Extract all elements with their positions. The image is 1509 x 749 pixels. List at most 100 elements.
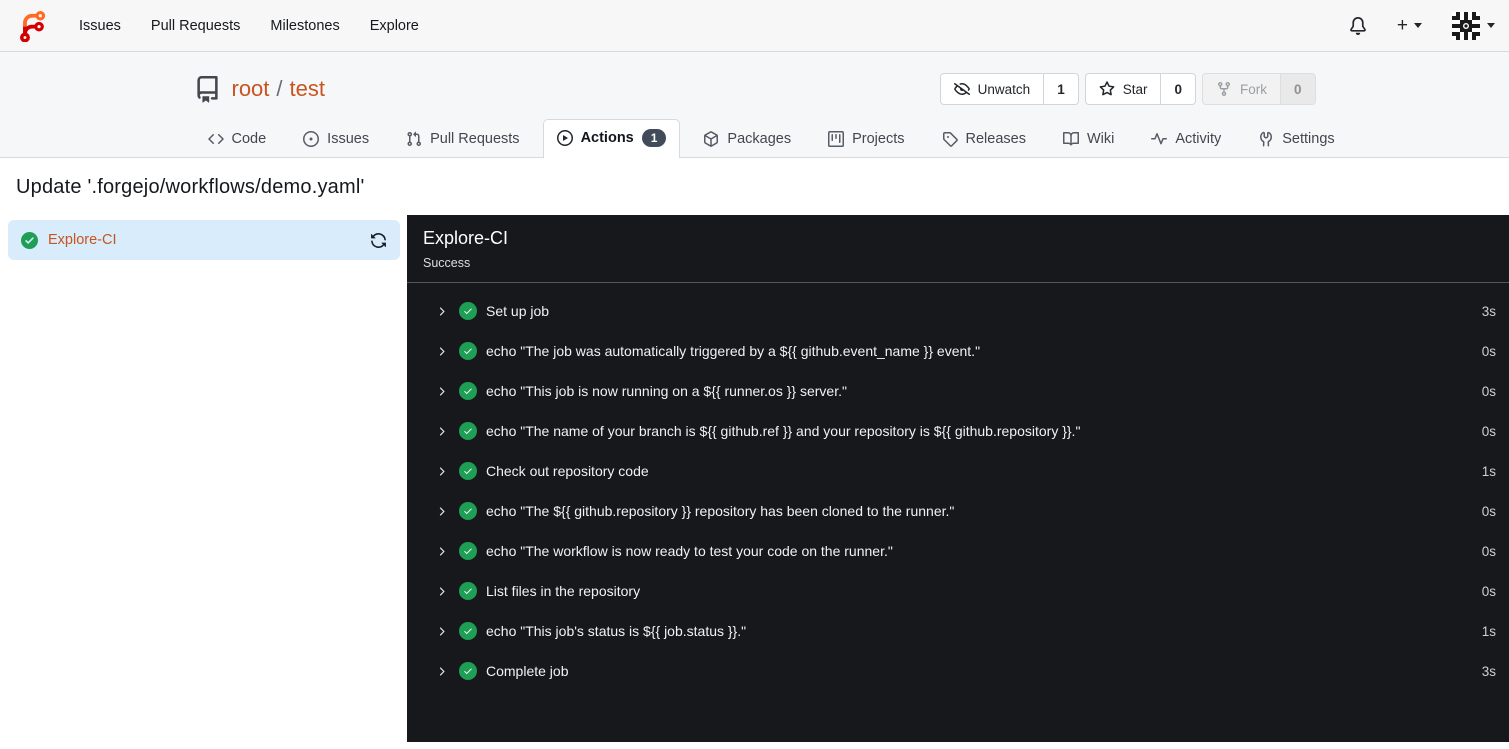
chevron-right-icon[interactable]: [435, 425, 448, 438]
step-success-icon: [459, 542, 477, 561]
fork-button: Fork: [1203, 74, 1280, 104]
tab-label: Releases: [965, 131, 1026, 148]
notifications-bell-icon[interactable]: [1349, 16, 1367, 35]
nav-milestones[interactable]: Milestones: [255, 0, 354, 52]
chevron-right-icon[interactable]: [435, 385, 448, 398]
repo-header: root / test Unwatch 1 Star 0 Fork 0 Code…: [0, 52, 1509, 159]
repo-owner-link[interactable]: root: [232, 76, 270, 102]
refresh-icon[interactable]: [370, 232, 387, 249]
jobs-sidebar: Explore-CI: [0, 215, 407, 742]
tab-settings[interactable]: Settings: [1244, 121, 1348, 157]
nav-pull-requests[interactable]: Pull Requests: [136, 0, 255, 52]
code-icon: [207, 134, 224, 145]
actions-count-badge: 1: [641, 129, 667, 148]
step-row[interactable]: List files in the repository 0s: [407, 571, 1509, 611]
chevron-down-icon: [1414, 23, 1422, 28]
chevron-right-icon[interactable]: [435, 585, 448, 598]
tab-projects[interactable]: Projects: [814, 121, 918, 157]
create-new-menu[interactable]: +: [1397, 16, 1422, 35]
chevron-right-icon[interactable]: [435, 665, 448, 678]
chevron-right-icon[interactable]: [435, 345, 448, 358]
tab-label: Projects: [852, 131, 905, 148]
fork-label: Fork: [1239, 81, 1267, 97]
job-log-panel: Explore-CI Success Set up job 3s echo "T…: [407, 215, 1509, 743]
book-icon: [1062, 132, 1079, 146]
step-title: echo "This job is now running on a ${{ r…: [486, 383, 847, 400]
forks-count: 0: [1279, 74, 1315, 104]
check-circle-icon: [21, 231, 38, 249]
repo-tab-bar: Code Issues Pull Requests Actions 1 Pack…: [194, 119, 1335, 159]
sidebar-job-explore-ci[interactable]: Explore-CI: [8, 220, 400, 261]
breadcrumb-separator: /: [276, 76, 283, 101]
step-row[interactable]: echo "This job's status is ${{ job.statu…: [407, 611, 1509, 651]
job-log-header: Explore-CI Success: [407, 215, 1509, 284]
step-title: echo "This job's status is ${{ job.statu…: [486, 623, 747, 640]
breadcrumb: root / test: [232, 76, 326, 102]
step-row[interactable]: echo "The ${{ github.repository }} repos…: [407, 491, 1509, 531]
tab-label: Issues: [327, 131, 370, 148]
step-title: Complete job: [486, 663, 569, 680]
repo-action-buttons: Unwatch 1 Star 0 Fork 0: [939, 73, 1316, 105]
tab-pull-requests[interactable]: Pull Requests: [392, 121, 533, 157]
step-duration: 0s: [1481, 343, 1496, 359]
step-duration: 3s: [1481, 663, 1496, 679]
chevron-down-icon: [1487, 23, 1495, 28]
chevron-right-icon[interactable]: [435, 505, 448, 518]
project-board-icon: [828, 131, 845, 148]
step-row[interactable]: Complete job 3s: [407, 651, 1509, 691]
job-name-link[interactable]: Explore-CI: [48, 232, 117, 248]
chevron-right-icon[interactable]: [435, 305, 448, 318]
chevron-right-icon[interactable]: [435, 465, 448, 478]
issue-icon: [303, 131, 320, 148]
step-duration: 1s: [1481, 623, 1496, 639]
eye-slash-icon: [953, 83, 970, 96]
unwatch-label: Unwatch: [977, 81, 1031, 97]
step-success-icon: [459, 502, 477, 521]
step-title: echo "The name of your branch is ${{ git…: [486, 423, 1081, 440]
tab-issues[interactable]: Issues: [289, 121, 383, 157]
step-title: echo "The ${{ github.repository }} repos…: [486, 503, 955, 520]
nav-explore[interactable]: Explore: [355, 0, 434, 52]
step-success-icon: [459, 662, 477, 681]
step-row[interactable]: Set up job 3s: [407, 291, 1509, 331]
tab-label: Wiki: [1086, 131, 1115, 148]
step-title: echo "The workflow is now ready to test …: [486, 543, 893, 560]
tab-activity[interactable]: Activity: [1137, 121, 1235, 157]
stars-count[interactable]: 0: [1160, 74, 1195, 104]
repo-name-link[interactable]: test: [290, 76, 325, 102]
user-menu[interactable]: [1452, 11, 1495, 40]
watch-button-group: Unwatch 1: [939, 73, 1079, 105]
job-title: Explore-CI: [423, 228, 509, 249]
repo-title-row: root / test Unwatch 1 Star 0 Fork 0: [194, 72, 1316, 106]
unwatch-button[interactable]: Unwatch: [941, 74, 1044, 104]
nav-issues[interactable]: Issues: [64, 0, 136, 52]
star-button[interactable]: Star: [1086, 74, 1161, 104]
page-title: Update '.forgejo/workflows/demo.yaml': [16, 176, 365, 199]
step-row[interactable]: echo "The name of your branch is ${{ git…: [407, 411, 1509, 451]
tab-packages[interactable]: Packages: [689, 121, 805, 157]
chevron-right-icon[interactable]: [435, 625, 448, 638]
tab-releases[interactable]: Releases: [928, 121, 1040, 157]
step-title: Set up job: [486, 303, 550, 320]
step-success-icon: [459, 342, 477, 361]
job-status-text: Success: [423, 256, 471, 271]
tab-actions[interactable]: Actions 1: [542, 119, 681, 159]
step-row[interactable]: echo "This job is now running on a ${{ r…: [407, 371, 1509, 411]
pulse-icon: [1151, 133, 1168, 145]
tab-wiki[interactable]: Wiki: [1049, 121, 1128, 157]
step-row[interactable]: echo "The job was automatically triggere…: [407, 331, 1509, 371]
tab-code[interactable]: Code: [194, 121, 281, 157]
step-row[interactable]: Check out repository code 1s: [407, 451, 1509, 491]
tab-label: Pull Requests: [430, 131, 520, 148]
forgejo-logo-icon[interactable]: [16, 10, 48, 42]
step-row[interactable]: echo "The workflow is now ready to test …: [407, 531, 1509, 571]
step-title: List files in the repository: [486, 583, 641, 600]
tab-label: Code: [231, 131, 267, 148]
pull-request-icon: [407, 131, 422, 147]
fork-icon: [1217, 82, 1230, 97]
watchers-count[interactable]: 1: [1043, 74, 1078, 104]
star-label: Star: [1122, 81, 1148, 97]
main-content: Update '.forgejo/workflows/demo.yaml' Ex…: [0, 158, 1509, 743]
chevron-right-icon[interactable]: [435, 545, 448, 558]
step-success-icon: [459, 302, 477, 321]
